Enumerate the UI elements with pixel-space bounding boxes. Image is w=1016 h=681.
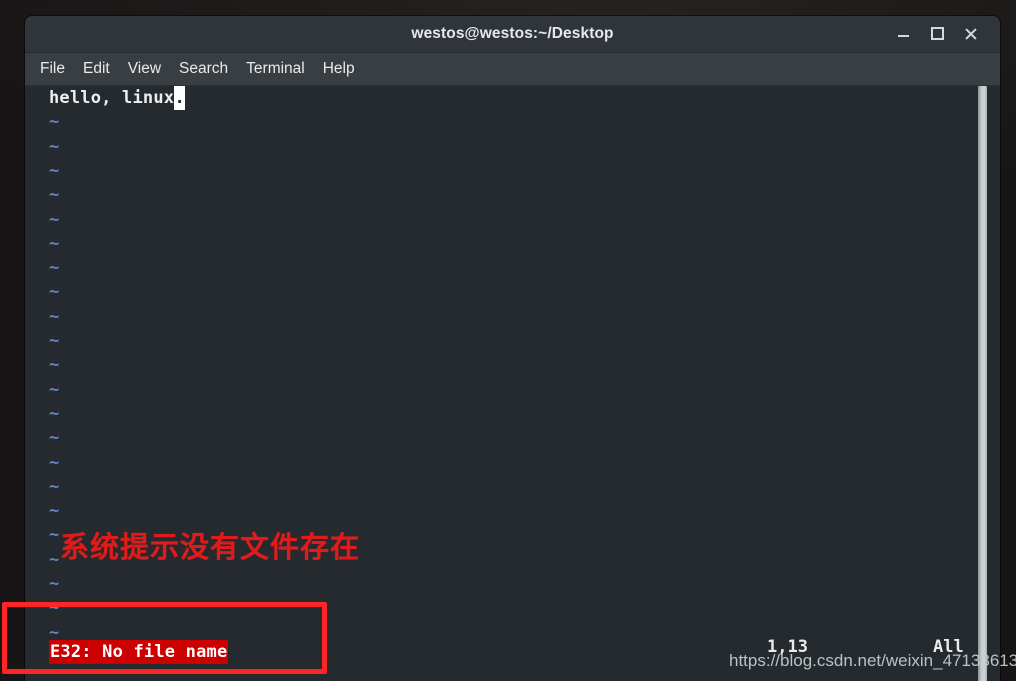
minimize-icon [897,35,909,37]
vim-tilde-line: ~ [49,160,60,181]
buffer-line-1: hello, linux. [49,86,186,110]
vim-tilde-line: ~ [49,428,60,449]
vim-tilde-line: ~ [49,379,60,400]
vim-tilde-line: ~ [49,403,60,424]
menu-item-file[interactable]: File [31,57,74,81]
vim-tilde-line: ~ [49,355,60,376]
annotation-chinese-note: 系统提示没有文件存在 [60,530,361,564]
vim-tilde-line: ~ [49,549,60,570]
maximize-button[interactable] [920,16,954,52]
menu-item-view[interactable]: View [119,57,170,81]
watermark-text: https://blog.csdn.net/weixin_47133613 [729,651,1016,670]
vim-tilde-line: ~ [49,112,60,133]
vim-tilde-line: ~ [49,476,60,497]
vim-tilde-line: ~ [49,501,60,522]
menu-item-terminal[interactable]: Terminal [237,57,314,81]
vim-tilde-line: ~ [49,452,60,473]
vim-tilde-line: ~ [49,525,60,546]
vim-tilde-line: ~ [49,282,60,303]
maximize-icon [930,27,944,40]
minimize-button[interactable] [886,16,920,52]
menu-item-edit[interactable]: Edit [74,57,119,81]
terminal-body[interactable]: hello, linux. ~~~~~~~~~~~~~~~~~~~~~~~ E3… [25,86,1000,681]
window-title: westos@westos:~/Desktop [411,25,614,42]
vim-error-message: E32: No file name [49,640,229,664]
menubar: File Edit View Search Terminal Help [25,53,1000,86]
vim-tilde-line: ~ [49,209,60,230]
close-icon [965,28,977,40]
vim-tilde-line: ~ [49,598,60,619]
vim-buffer[interactable]: hello, linux. ~~~~~~~~~~~~~~~~~~~~~~~ E3… [25,86,1000,681]
desktop-background: westos@westos:~/Desktop File Edit View S… [0,0,1016,681]
close-button[interactable] [954,16,988,52]
vim-cursor: . [174,86,186,110]
menu-item-help[interactable]: Help [314,57,364,81]
window-titlebar[interactable]: westos@westos:~/Desktop [25,16,1000,53]
vim-tilde-line: ~ [49,233,60,254]
scrollbar-thumb[interactable] [978,86,987,681]
buffer-line-1-text: hello, linux [49,88,175,108]
vim-tilde-line: ~ [49,306,60,327]
vim-tilde-line: ~ [49,185,60,206]
vim-tilde-line: ~ [49,258,60,279]
vim-tilde-line: ~ [49,136,60,157]
menu-item-search[interactable]: Search [170,57,237,81]
vim-tilde-line: ~ [49,574,60,594]
terminal-window: westos@westos:~/Desktop File Edit View S… [25,16,1000,681]
vim-tilde-line: ~ [49,331,60,351]
